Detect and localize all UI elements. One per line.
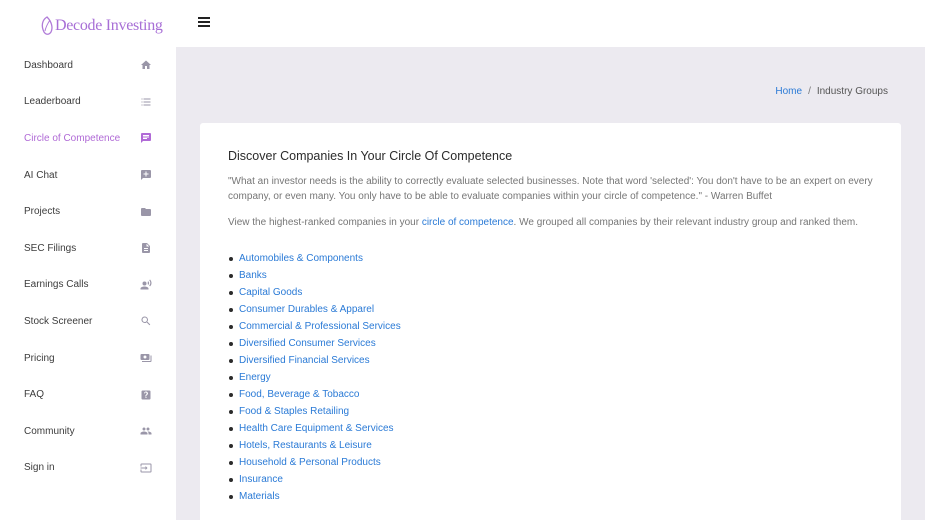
intro-text-before: View the highest-ranked companies in you… (228, 217, 422, 228)
sidebar-item-community[interactable]: Community (0, 413, 176, 450)
sidebar-nav: Dashboard Leaderboard Circle of Competen… (0, 47, 176, 486)
sidebar-item-label: Stock Screener (24, 315, 93, 327)
industry-group-link[interactable]: Commercial & Professional Services (239, 321, 401, 332)
search-icon (140, 315, 152, 327)
top-bar (176, 0, 925, 47)
list-item: Food, Beverage & Tobacco (228, 386, 873, 403)
sidebar-item-label: Leaderboard (24, 96, 81, 108)
breadcrumb: Home / Industry Groups (775, 86, 888, 97)
industry-group-link[interactable]: Food, Beverage & Tobacco (239, 389, 359, 400)
sidebar-item-label: Earnings Calls (24, 279, 89, 291)
list-item: Consumer Durables & Apparel (228, 301, 873, 318)
buffett-quote: "What an investor needs is the ability t… (228, 176, 873, 202)
industry-group-link[interactable]: Food & Staples Retailing (239, 406, 349, 417)
list-item: Hotels, Restaurants & Leisure (228, 437, 873, 454)
sidebar-item-label: Sign in (24, 462, 55, 474)
list-item: Capital Goods (228, 284, 873, 301)
login-icon (140, 462, 152, 474)
message-icon (140, 132, 152, 144)
sidebar-item-stock-screener[interactable]: Stock Screener (0, 303, 176, 340)
industry-group-link[interactable]: Diversified Consumer Services (239, 338, 376, 349)
intro-text-after: . We grouped all companies by their rele… (513, 217, 858, 228)
sidebar-item-label: Circle of Competence (24, 132, 121, 144)
sidebar-item-projects[interactable]: Projects (0, 193, 176, 230)
industry-group-link[interactable]: Health Care Equipment & Services (239, 423, 394, 434)
list-item: Health Care Equipment & Services (228, 420, 873, 437)
sidebar-item-pricing[interactable]: Pricing (0, 340, 176, 377)
industry-group-link[interactable]: Banks (239, 270, 267, 281)
sidebar-item-label: Projects (24, 206, 61, 218)
breadcrumb-separator: / (808, 86, 811, 97)
list-item: Automobiles & Components (228, 250, 873, 267)
folder-icon (140, 206, 152, 218)
industry-group-link[interactable]: Insurance (239, 474, 283, 485)
sidebar-item-earnings-calls[interactable]: Earnings Calls (0, 267, 176, 304)
sidebar: Decode Investing Dashboard Leaderboard C… (0, 0, 176, 520)
logo-icon (41, 16, 53, 35)
intro-paragraph: View the highest-ranked companies in you… (228, 215, 873, 230)
industry-group-link[interactable]: Hotels, Restaurants & Leisure (239, 440, 372, 451)
breadcrumb-current: Industry Groups (816, 86, 888, 97)
help-icon (140, 389, 152, 401)
main-content: Home / Industry Groups Discover Companie… (176, 47, 925, 520)
industry-group-link[interactable]: Energy (239, 372, 271, 383)
industry-group-link[interactable]: Consumer Durables & Apparel (239, 304, 374, 315)
sidebar-item-sign-in[interactable]: Sign in (0, 450, 176, 487)
industry-group-link[interactable]: Household & Personal Products (239, 457, 381, 468)
list-item: Energy (228, 369, 873, 386)
list-icon (140, 96, 152, 108)
list-item: Diversified Financial Services (228, 352, 873, 369)
list-item: Food & Staples Retailing (228, 403, 873, 420)
sidebar-item-label: SEC Filings (24, 242, 77, 254)
people-icon (140, 425, 152, 437)
industry-group-link[interactable]: Materials (239, 491, 280, 502)
chat-plus-icon (140, 169, 152, 181)
breadcrumb-home-link[interactable]: Home (775, 86, 802, 97)
sidebar-item-label: Pricing (24, 352, 55, 364)
sidebar-item-circle-of-competence[interactable]: Circle of Competence (0, 120, 176, 157)
sidebar-item-dashboard[interactable]: Dashboard (0, 47, 176, 84)
industry-group-link[interactable]: Capital Goods (239, 287, 302, 298)
sidebar-item-label: Community (24, 425, 75, 437)
sidebar-item-faq[interactable]: FAQ (0, 376, 176, 413)
industry-group-link[interactable]: Automobiles & Components (239, 253, 363, 264)
list-item: Materials (228, 488, 873, 505)
logo[interactable]: Decode Investing (40, 14, 163, 38)
sidebar-item-label: AI Chat (24, 169, 58, 181)
circle-of-competence-link[interactable]: circle of competence (422, 217, 514, 228)
sidebar-item-sec-filings[interactable]: SEC Filings (0, 230, 176, 267)
money-icon (140, 352, 152, 364)
brand-name: Decode Investing (55, 17, 163, 34)
speaker-person-icon (140, 279, 152, 291)
content-card: Discover Companies In Your Circle Of Com… (200, 123, 901, 520)
sidebar-item-ai-chat[interactable]: AI Chat (0, 157, 176, 194)
list-item: Diversified Consumer Services (228, 335, 873, 352)
document-icon (140, 242, 152, 254)
sidebar-item-leaderboard[interactable]: Leaderboard (0, 84, 176, 121)
sidebar-item-label: Dashboard (24, 59, 73, 71)
list-item: Banks (228, 267, 873, 284)
list-item: Commercial & Professional Services (228, 318, 873, 335)
industry-group-link[interactable]: Diversified Financial Services (239, 355, 370, 366)
industry-group-list: Automobiles & Components Banks Capital G… (228, 250, 873, 505)
sidebar-item-label: FAQ (24, 389, 45, 401)
page-title: Discover Companies In Your Circle Of Com… (228, 149, 513, 163)
menu-icon[interactable] (198, 17, 210, 27)
home-icon (140, 59, 152, 71)
list-item: Insurance (228, 471, 873, 488)
list-item: Household & Personal Products (228, 454, 873, 471)
